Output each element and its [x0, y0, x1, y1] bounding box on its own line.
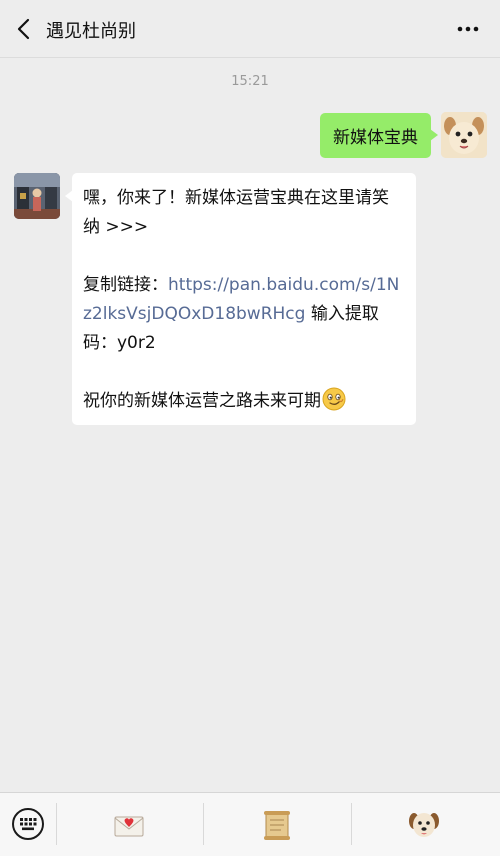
toolbar-divider	[56, 803, 57, 845]
received-message-bubble[interactable]: 嘿，你来了！新媒体运营宝典在这里请笑纳 >>> 复制链接：https://pan…	[65, 173, 416, 425]
bottom-toolbar	[0, 792, 500, 856]
message-closing-paragraph: 祝你的新媒体运营之路未来可期	[83, 387, 404, 416]
chevron-left-icon[interactable]	[12, 15, 38, 43]
keyboard-icon[interactable]	[11, 807, 45, 841]
extraction-code: y0r2	[117, 333, 156, 353]
avatar[interactable]	[441, 112, 487, 158]
copy-link-label: 复制链接：	[83, 275, 168, 295]
dog-avatar-icon	[441, 112, 487, 158]
chat-title: 遇见杜尚别	[46, 21, 136, 42]
puppy-icon[interactable]	[406, 807, 442, 843]
chat-header: 遇见杜尚别	[0, 0, 500, 58]
avatar[interactable]	[14, 173, 60, 219]
closing-text: 祝你的新媒体运营之路未来可期	[83, 391, 321, 411]
smirk-emoji-icon	[322, 387, 346, 411]
toolbar-divider	[351, 803, 352, 845]
scroll-icon[interactable]	[259, 807, 295, 843]
message-link-paragraph: 复制链接：https://pan.baidu.com/s/1Nz2lksVsjD…	[83, 271, 404, 358]
sent-message-bubble[interactable]: 新媒体宝典	[320, 113, 438, 158]
message-timestamp: 15:21	[231, 74, 269, 89]
sent-message-text: 新媒体宝典	[333, 128, 418, 148]
anime-scene-avatar-icon	[14, 173, 60, 219]
toolbar-divider	[203, 803, 204, 845]
more-dots-icon[interactable]	[454, 16, 482, 42]
mail-heart-icon[interactable]	[111, 807, 147, 843]
message-intro-text: 嘿，你来了！新媒体运营宝典在这里请笑纳 >>>	[83, 188, 389, 237]
